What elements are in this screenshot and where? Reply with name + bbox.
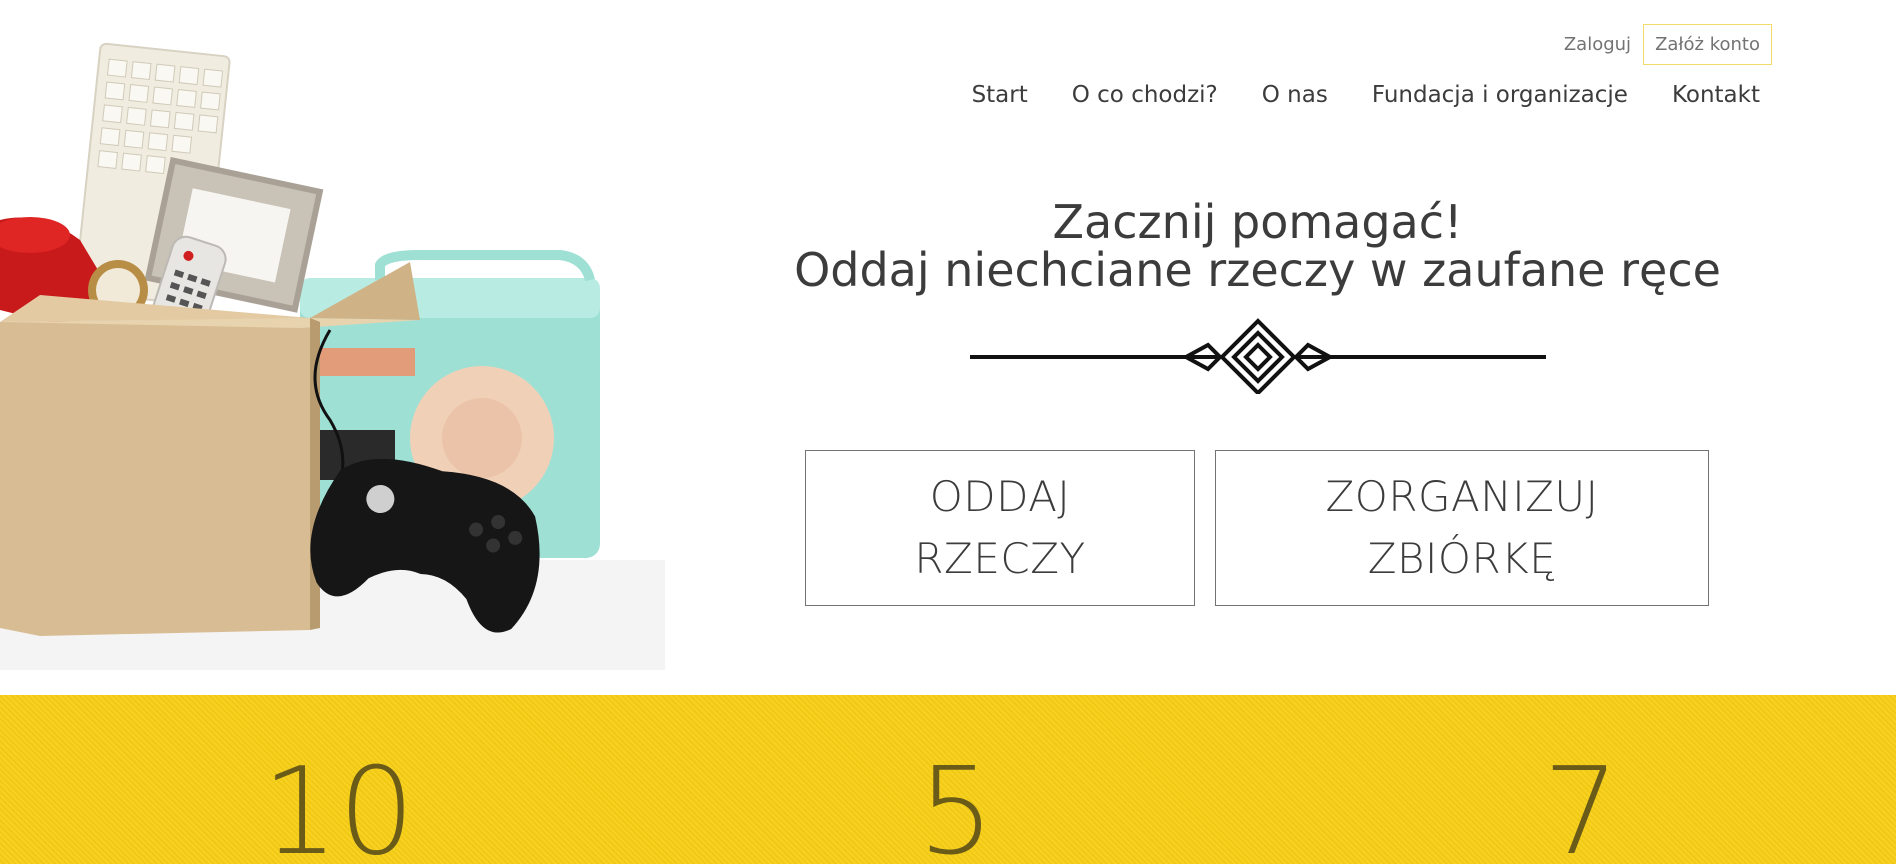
give-items-button-line2: RZECZY bbox=[914, 534, 1086, 583]
organize-collection-button-line1: ZORGANIZUJ bbox=[1325, 472, 1599, 521]
stat-value: 10 bbox=[262, 743, 415, 864]
give-items-button-line1: ODDAJ bbox=[929, 472, 1071, 521]
organize-collection-button[interactable]: ZORGANIZUJ ZBIÓRKĘ bbox=[1215, 450, 1709, 606]
decorative-ornament-icon bbox=[970, 318, 1546, 394]
give-items-button[interactable]: ODDAJ RZECZY bbox=[805, 450, 1195, 606]
organize-collection-button-line2: ZBIÓRKĘ bbox=[1367, 534, 1557, 583]
nav-item-start[interactable]: Start bbox=[972, 82, 1028, 108]
main-nav: Start O co chodzi? O nas Fundacja i orga… bbox=[972, 82, 1760, 108]
headline-line-1: Zacznij pomagać! bbox=[1052, 195, 1463, 249]
stat-value: 5 bbox=[918, 743, 995, 864]
hero-image bbox=[0, 0, 665, 670]
headline-line-2: Oddaj niechciane rzeczy w zaufane ręce bbox=[794, 243, 1721, 297]
stat-value: 7 bbox=[1543, 743, 1620, 864]
nav-item-foundations[interactable]: Fundacja i organizacje bbox=[1372, 82, 1628, 108]
login-link[interactable]: Zaloguj bbox=[1564, 34, 1631, 55]
nav-item-about-us[interactable]: O nas bbox=[1262, 82, 1328, 108]
hero-headline: Zacznij pomagać! Oddaj niechciane rzeczy… bbox=[780, 198, 1735, 294]
landing-page: Zaloguj Załóż konto Start O co chodzi? O… bbox=[0, 0, 1896, 864]
register-button[interactable]: Załóż konto bbox=[1643, 24, 1772, 65]
stats-band: 10 5 7 bbox=[0, 695, 1896, 864]
auth-links: Zaloguj Załóż konto bbox=[1564, 24, 1772, 65]
nav-item-contact[interactable]: Kontakt bbox=[1672, 82, 1760, 108]
nav-item-about-project[interactable]: O co chodzi? bbox=[1072, 82, 1218, 108]
